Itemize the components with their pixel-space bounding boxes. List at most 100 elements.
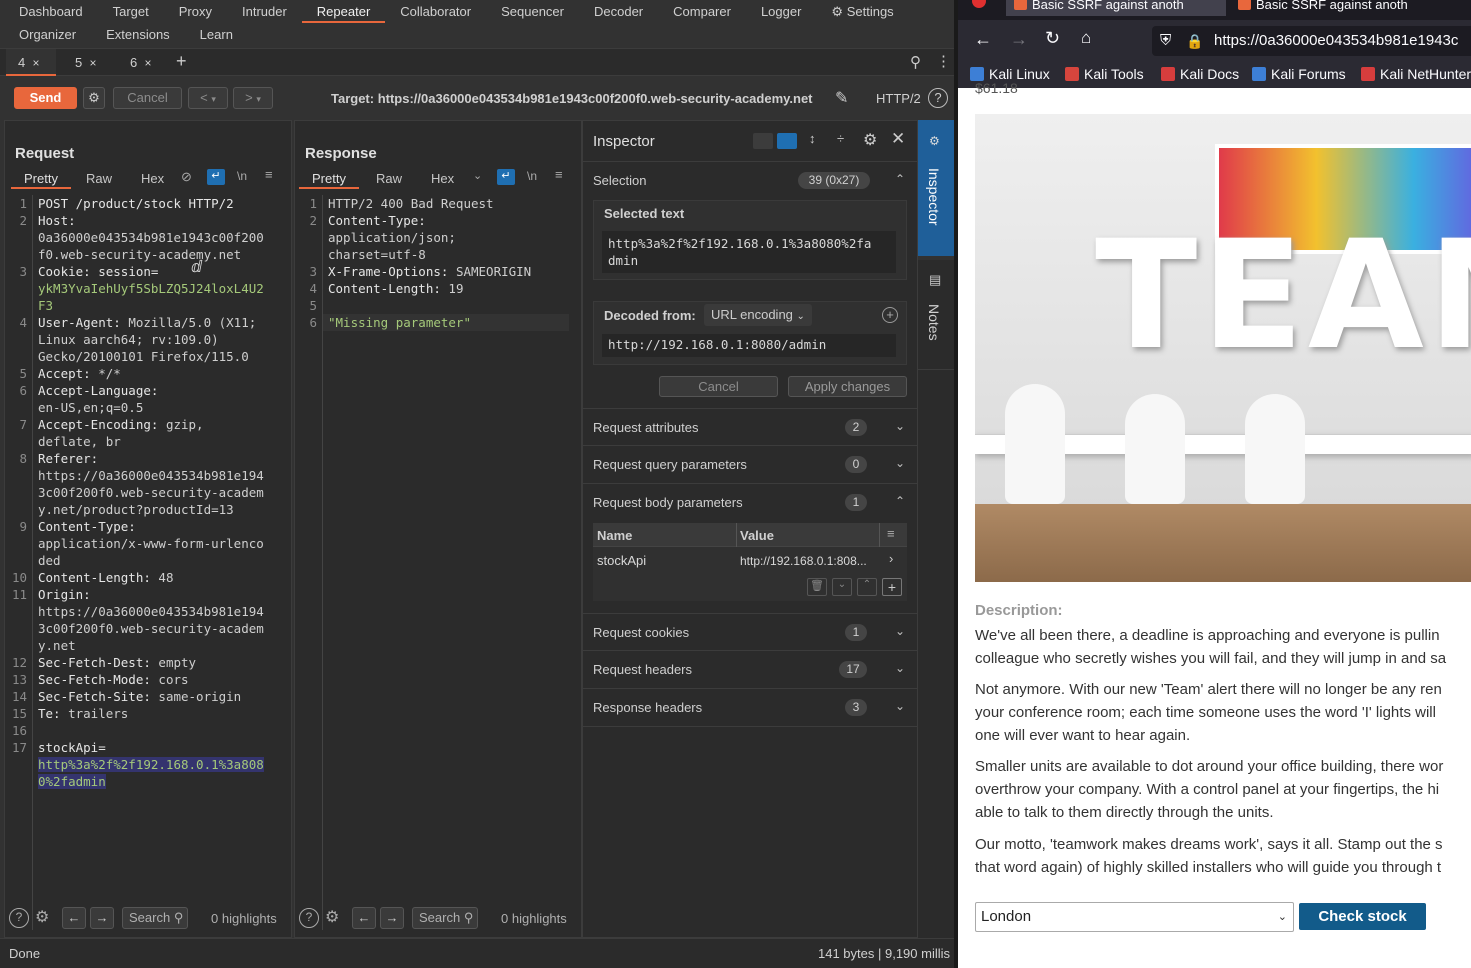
next-match-button[interactable]: → xyxy=(380,907,404,929)
previous-match-button[interactable]: ← xyxy=(62,907,86,929)
request-body-parameters-section[interactable]: Request body parameters 1 ⌃ xyxy=(583,484,917,522)
back-history-button[interactable]: < ▾ xyxy=(188,87,228,109)
close-icon[interactable]: × xyxy=(89,56,96,70)
decoding-select[interactable]: URL encoding ⌄ xyxy=(704,304,812,326)
forward-history-button[interactable]: > ▾ xyxy=(233,87,273,109)
apply-changes-button[interactable]: Apply changes xyxy=(788,376,907,397)
next-match-button[interactable]: → xyxy=(90,907,114,929)
close-icon[interactable]: × xyxy=(32,56,39,70)
store-select[interactable]: London ⌄ xyxy=(975,902,1294,932)
side-tab-inspector[interactable]: ⚙ Inspector xyxy=(918,120,954,256)
menu-decoder[interactable]: Decoder xyxy=(579,0,658,23)
lock-icon[interactable]: 🔒 xyxy=(1186,26,1203,56)
bookmark-kali-forums[interactable]: Kali Forums xyxy=(1252,66,1346,82)
help-icon[interactable]: ? xyxy=(9,908,29,928)
help-icon[interactable]: ? xyxy=(928,88,948,108)
column-options-icon[interactable]: ≡ xyxy=(887,526,895,541)
move-up-icon[interactable]: ⌃ xyxy=(857,578,877,596)
back-arrow-icon[interactable]: ← xyxy=(974,29,992,50)
tab-pretty[interactable]: Pretty xyxy=(299,171,359,189)
menu-dashboard[interactable]: Dashboard xyxy=(4,0,98,23)
home-icon[interactable]: ⌂ xyxy=(1081,28,1091,48)
shield-icon[interactable]: ⛨ xyxy=(1160,26,1171,56)
menu-collaborator[interactable]: Collaborator xyxy=(385,0,486,23)
chevron-right-icon[interactable]: › xyxy=(889,551,893,566)
collapse-all-icon[interactable]: ÷ xyxy=(837,131,844,146)
bookmark-kali-nethunter[interactable]: Kali NetHunter xyxy=(1361,66,1471,82)
side-tab-notes[interactable]: ▤ Notes xyxy=(918,260,954,370)
cancel-button[interactable]: Cancel xyxy=(113,87,182,109)
gear-icon[interactable]: ⚙ xyxy=(83,87,105,109)
layout-left-icon[interactable] xyxy=(753,133,773,149)
tab-raw[interactable]: Raw xyxy=(376,171,402,189)
menu-comparer[interactable]: Comparer xyxy=(658,0,746,23)
menu-intruder[interactable]: Intruder xyxy=(227,0,302,23)
menu-learn[interactable]: Learn xyxy=(185,23,248,46)
request-attributes-section[interactable]: Request attributes 2 ⌄ xyxy=(583,408,917,446)
chevron-down-icon[interactable]: ⌄ xyxy=(895,456,905,470)
send-button[interactable]: Send xyxy=(14,87,77,109)
tab-hex[interactable]: Hex xyxy=(141,171,164,189)
expand-all-icon[interactable]: ↕ xyxy=(809,131,816,146)
menu-repeater[interactable]: Repeater xyxy=(301,0,386,23)
http-version-label[interactable]: HTTP/2 xyxy=(876,91,921,106)
more-options-icon[interactable]: ⋮ xyxy=(936,52,951,70)
menu-logger[interactable]: Logger xyxy=(746,0,816,23)
delete-icon[interactable]: 🗑 xyxy=(807,578,827,596)
check-stock-button[interactable]: Check stock xyxy=(1299,903,1426,930)
window-close-icon[interactable] xyxy=(972,0,986,8)
request-headers-section[interactable]: Request headers 17 ⌄ xyxy=(583,651,917,689)
add-decoding-icon[interactable]: + xyxy=(882,307,898,323)
menu-settings[interactable]: ⚙ Settings xyxy=(816,0,908,23)
menu-icon[interactable]: ≡ xyxy=(265,167,273,182)
forward-arrow-icon[interactable]: → xyxy=(1010,29,1028,50)
repeater-tab-4[interactable]: 4 × xyxy=(6,49,56,76)
close-icon[interactable]: ✕ xyxy=(891,129,905,149)
search-input[interactable]: Search ⚲ xyxy=(122,907,188,929)
chevron-up-icon[interactable]: ⌃ xyxy=(895,494,905,508)
search-input[interactable]: Search ⚲ xyxy=(412,907,478,929)
hide-nonprint-icon[interactable]: ⊘ xyxy=(181,169,192,185)
chevron-down-icon[interactable]: ⌄ xyxy=(895,419,905,433)
wrap-lines-icon[interactable]: ↵ xyxy=(207,169,225,185)
newline-toggle[interactable]: \n xyxy=(237,169,247,183)
previous-match-button[interactable]: ← xyxy=(352,907,376,929)
menu-target[interactable]: Target xyxy=(98,0,164,23)
gear-icon[interactable]: ⚙ xyxy=(863,130,877,150)
menu-organizer[interactable]: Organizer xyxy=(4,23,91,46)
tab-pretty[interactable]: Pretty xyxy=(11,171,71,189)
chevron-down-icon[interactable]: ⌄ xyxy=(473,169,482,182)
browser-tab[interactable]: Basic SSRF against anoth xyxy=(1230,0,1460,16)
wrap-lines-icon[interactable]: ↵ xyxy=(497,169,515,185)
repeater-tab-5[interactable]: 5 × xyxy=(63,49,113,76)
menu-proxy[interactable]: Proxy xyxy=(164,0,227,23)
reload-icon[interactable]: ↻ xyxy=(1045,28,1060,49)
newline-toggle[interactable]: \n xyxy=(527,169,537,183)
request-cookies-section[interactable]: Request cookies 1 ⌄ xyxy=(583,613,917,651)
chevron-up-icon[interactable]: ⌃ xyxy=(895,172,905,186)
bookmark-kali-tools[interactable]: Kali Tools xyxy=(1065,66,1144,82)
menu-icon[interactable]: ≡ xyxy=(555,167,563,182)
edit-pencil-icon[interactable]: ✎ xyxy=(835,88,848,108)
help-icon[interactable]: ? xyxy=(299,908,319,928)
chevron-down-icon[interactable]: ⌄ xyxy=(895,624,905,638)
tab-raw[interactable]: Raw xyxy=(86,171,112,189)
response-headers-section[interactable]: Response headers 3 ⌄ xyxy=(583,689,917,727)
add-param-icon[interactable]: + xyxy=(882,578,902,596)
decoded-value[interactable]: http://192.168.0.1:8080/admin xyxy=(602,334,896,357)
url-bar[interactable]: ⛨ 🔒 https://0a36000e043534b981e1943c xyxy=(1152,26,1471,56)
selection-section[interactable]: Selection 39 (0x27) ⌃ xyxy=(583,161,917,199)
search-icon[interactable]: ⚲ xyxy=(910,53,921,71)
gear-icon[interactable]: ⚙ xyxy=(35,907,49,927)
chevron-down-icon[interactable]: ⌄ xyxy=(895,661,905,675)
cancel-button[interactable]: Cancel xyxy=(659,376,778,397)
menu-extensions[interactable]: Extensions xyxy=(91,23,185,46)
request-query-parameters-section[interactable]: Request query parameters 0 ⌄ xyxy=(583,446,917,484)
bookmark-kali-docs[interactable]: Kali Docs xyxy=(1161,66,1239,82)
close-icon[interactable]: × xyxy=(144,56,151,70)
move-down-icon[interactable]: ⌄ xyxy=(832,578,852,596)
repeater-tab-6[interactable]: 6 × xyxy=(118,49,168,76)
chevron-down-icon[interactable]: ⌄ xyxy=(895,699,905,713)
layout-right-icon[interactable] xyxy=(777,133,797,149)
browser-tab-active[interactable]: Basic SSRF against anoth xyxy=(1006,0,1226,16)
